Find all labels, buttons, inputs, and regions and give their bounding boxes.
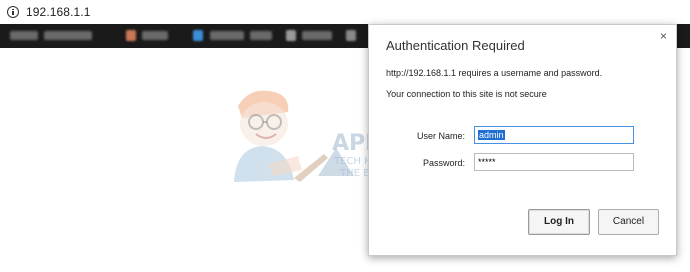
bookmark-item[interactable] xyxy=(250,31,272,40)
info-icon[interactable] xyxy=(7,6,19,18)
username-value: admin xyxy=(478,130,505,140)
dialog-title: Authentication Required xyxy=(386,38,525,53)
bookmark-item[interactable] xyxy=(302,31,332,40)
username-label: User Name: xyxy=(416,131,465,141)
bookmark-item[interactable] xyxy=(142,31,168,40)
authentication-dialog: Authentication Required × http://192.168… xyxy=(368,24,677,256)
password-value: ***** xyxy=(478,157,496,167)
bookmark-favicon-icon xyxy=(193,30,203,41)
bookmark-item[interactable] xyxy=(10,31,38,40)
url-text[interactable]: 192.168.1.1 xyxy=(26,5,91,19)
bookmark-favicon-icon xyxy=(126,30,136,41)
close-icon[interactable]: × xyxy=(660,29,667,43)
password-input[interactable]: ***** xyxy=(474,153,634,171)
address-bar[interactable]: 192.168.1.1 xyxy=(0,0,690,24)
security-warning: Your connection to this site is not secu… xyxy=(386,89,547,99)
bookmark-favicon-icon xyxy=(286,30,296,41)
cancel-button[interactable]: Cancel xyxy=(598,209,659,235)
password-label: Password: xyxy=(422,158,465,168)
log-in-button[interactable]: Log In xyxy=(528,209,590,235)
auth-message: http://192.168.1.1 requires a username a… xyxy=(386,68,603,78)
bookmark-favicon-icon xyxy=(346,30,356,41)
bookmark-item[interactable] xyxy=(44,31,92,40)
bookmark-item[interactable] xyxy=(210,31,244,40)
username-input[interactable]: admin xyxy=(474,126,634,144)
